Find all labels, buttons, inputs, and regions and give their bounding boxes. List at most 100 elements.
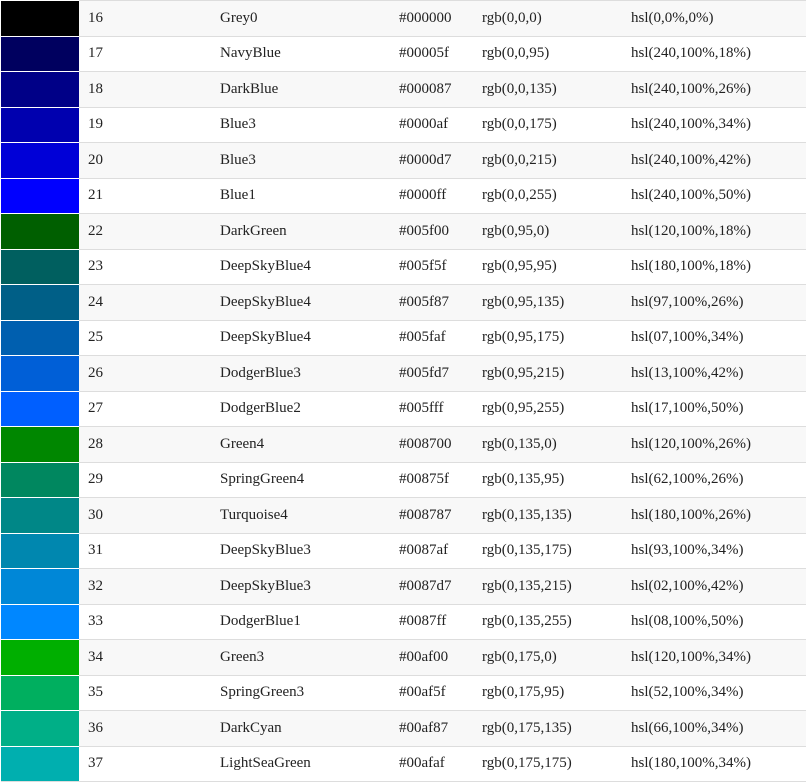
color-name: DodgerBlue2 bbox=[220, 390, 399, 427]
hex-value: #005fd7 bbox=[399, 355, 482, 391]
color-name: DarkCyan bbox=[220, 710, 399, 746]
hsl-value: hsl(180,100%,18%) bbox=[631, 248, 806, 285]
color-name: Blue1 bbox=[220, 177, 399, 214]
color-swatch bbox=[1, 532, 79, 569]
table-row: 34 Green3 #00af00 rgb(0,175,0) hsl(120,100%,… bbox=[1, 639, 806, 675]
hex-value: #0000ff bbox=[399, 177, 482, 214]
color-name: DeepSkyBlue4 bbox=[220, 319, 399, 356]
color-swatch bbox=[1, 35, 79, 72]
hsl-value: hsl(0,0%,0%) bbox=[631, 0, 806, 36]
hsl-value: hsl(240,100%,34%) bbox=[631, 106, 806, 143]
hsl-value: hsl(240,100%,26%) bbox=[631, 71, 806, 107]
color-number: 30 bbox=[79, 497, 220, 533]
color-swatch bbox=[1, 319, 79, 356]
color-swatch bbox=[1, 248, 79, 285]
hex-value: #000000 bbox=[399, 0, 482, 36]
rgb-value: rgb(0,95,0) bbox=[482, 213, 631, 249]
color-number: 24 bbox=[79, 284, 220, 320]
hsl-value: hsl(240,100%,50%) bbox=[631, 177, 806, 214]
color-number: 18 bbox=[79, 71, 220, 107]
rgb-value: rgb(0,95,255) bbox=[482, 390, 631, 427]
color-swatch bbox=[1, 461, 79, 498]
color-number: 33 bbox=[79, 603, 220, 640]
color-swatch bbox=[1, 355, 79, 391]
rgb-value: rgb(0,175,0) bbox=[482, 639, 631, 675]
hsl-value: hsl(66,100%,34%) bbox=[631, 710, 806, 746]
hsl-value: hsl(62,100%,26%) bbox=[631, 461, 806, 498]
color-number: 25 bbox=[79, 319, 220, 356]
color-name: NavyBlue bbox=[220, 35, 399, 72]
hex-value: #00af87 bbox=[399, 710, 482, 746]
hsl-value: hsl(120,100%,18%) bbox=[631, 213, 806, 249]
color-swatch bbox=[1, 213, 79, 249]
color-swatch bbox=[1, 71, 79, 107]
rgb-value: rgb(0,95,175) bbox=[482, 319, 631, 356]
rgb-value: rgb(0,135,0) bbox=[482, 426, 631, 462]
rgb-value: rgb(0,175,135) bbox=[482, 710, 631, 746]
hex-value: #005f5f bbox=[399, 248, 482, 285]
color-table: 16 Grey0 #000000 rgb(0,0,0) hsl(0,0%,0%) 17 Na… bbox=[1, 0, 806, 782]
color-number: 36 bbox=[79, 710, 220, 746]
hex-value: #0087ff bbox=[399, 603, 482, 640]
color-number: 16 bbox=[79, 0, 220, 36]
color-name: Turquoise4 bbox=[220, 497, 399, 533]
hsl-value: hsl(93,100%,34%) bbox=[631, 532, 806, 569]
color-number: 17 bbox=[79, 35, 220, 72]
color-swatch bbox=[1, 745, 79, 782]
hsl-value: hsl(120,100%,26%) bbox=[631, 426, 806, 462]
rgb-value: rgb(0,0,255) bbox=[482, 177, 631, 214]
color-table-body: 16 Grey0 #000000 rgb(0,0,0) hsl(0,0%,0%) 17 Na… bbox=[1, 0, 806, 782]
color-number: 27 bbox=[79, 390, 220, 427]
table-row: 32 DeepSkyBlue3 #0087d7 rgb(0,135,215) hsl(0… bbox=[1, 568, 806, 604]
color-number: 32 bbox=[79, 568, 220, 604]
table-row: 35 SpringGreen3 #00af5f rgb(0,175,95) hsl(52… bbox=[1, 674, 806, 711]
hex-value: #0000d7 bbox=[399, 142, 482, 178]
color-number: 28 bbox=[79, 426, 220, 462]
color-swatch bbox=[1, 106, 79, 143]
color-swatch bbox=[1, 390, 79, 427]
hex-value: #0000af bbox=[399, 106, 482, 143]
color-name: DeepSkyBlue4 bbox=[220, 284, 399, 320]
table-row: 37 LightSeaGreen #00afaf rgb(0,175,175) hsl(… bbox=[1, 745, 806, 782]
hex-value: #008787 bbox=[399, 497, 482, 533]
color-name: Green4 bbox=[220, 426, 399, 462]
color-swatch bbox=[1, 568, 79, 604]
color-swatch bbox=[1, 497, 79, 533]
color-name: DeepSkyBlue4 bbox=[220, 248, 399, 285]
hsl-value: hsl(240,100%,18%) bbox=[631, 35, 806, 72]
hex-value: #005faf bbox=[399, 319, 482, 356]
table-row: 28 Green4 #008700 rgb(0,135,0) hsl(120,100%,… bbox=[1, 426, 806, 462]
table-row: 33 DodgerBlue1 #0087ff rgb(0,135,255) hsl(08… bbox=[1, 603, 806, 640]
table-row: 31 DeepSkyBlue3 #0087af rgb(0,135,175) hsl(9… bbox=[1, 532, 806, 569]
table-row: 36 DarkCyan #00af87 rgb(0,175,135) hsl(66,10… bbox=[1, 710, 806, 746]
color-name: LightSeaGreen bbox=[220, 745, 399, 782]
hex-value: #000087 bbox=[399, 71, 482, 107]
table-row: 26 DodgerBlue3 #005fd7 rgb(0,95,215) hsl(13,… bbox=[1, 355, 806, 391]
hsl-value: hsl(180,100%,34%) bbox=[631, 745, 806, 782]
hex-value: #005f00 bbox=[399, 213, 482, 249]
rgb-value: rgb(0,135,175) bbox=[482, 532, 631, 569]
table-row: 17 NavyBlue #00005f rgb(0,0,95) hsl(240,100%… bbox=[1, 35, 806, 72]
color-number: 35 bbox=[79, 674, 220, 711]
hex-value: #00875f bbox=[399, 461, 482, 498]
color-number: 37 bbox=[79, 745, 220, 782]
hex-value: #00af5f bbox=[399, 674, 482, 711]
color-number: 20 bbox=[79, 142, 220, 178]
color-number: 29 bbox=[79, 461, 220, 498]
rgb-value: rgb(0,175,95) bbox=[482, 674, 631, 711]
color-swatch bbox=[1, 0, 79, 36]
table-row: 16 Grey0 #000000 rgb(0,0,0) hsl(0,0%,0%) bbox=[1, 0, 806, 36]
hex-value: #008700 bbox=[399, 426, 482, 462]
table-row: 22 DarkGreen #005f00 rgb(0,95,0) hsl(120,100… bbox=[1, 213, 806, 249]
hsl-value: hsl(07,100%,34%) bbox=[631, 319, 806, 356]
hsl-value: hsl(08,100%,50%) bbox=[631, 603, 806, 640]
color-name: DarkGreen bbox=[220, 213, 399, 249]
color-name: Blue3 bbox=[220, 142, 399, 178]
rgb-value: rgb(0,175,175) bbox=[482, 745, 631, 782]
color-name: SpringGreen3 bbox=[220, 674, 399, 711]
table-row: 24 DeepSkyBlue4 #005f87 rgb(0,95,135) hsl(97… bbox=[1, 284, 806, 320]
color-number: 26 bbox=[79, 355, 220, 391]
color-name: SpringGreen4 bbox=[220, 461, 399, 498]
color-name: Grey0 bbox=[220, 0, 399, 36]
table-row: 23 DeepSkyBlue4 #005f5f rgb(0,95,95) hsl(180… bbox=[1, 248, 806, 285]
